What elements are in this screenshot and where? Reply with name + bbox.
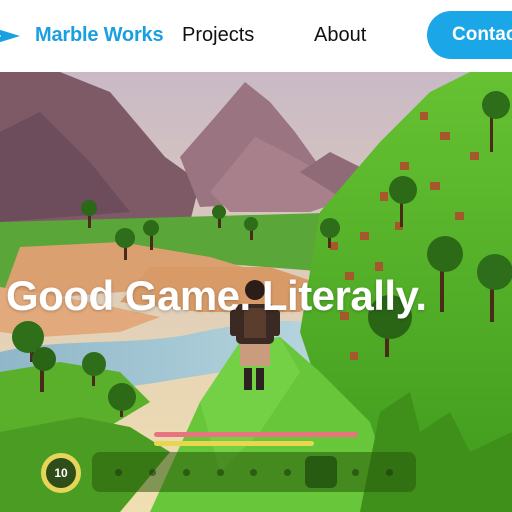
nav-about-link[interactable]: About [314,24,366,47]
hotbar [92,452,416,492]
slot-dot-icon [115,468,123,476]
hotbar-slot[interactable] [272,456,304,488]
slot-dot-icon [385,468,393,476]
hotbar-slot[interactable] [170,456,202,488]
hotbar-slot[interactable] [339,456,371,488]
site-header: Marble Works Projects About Contac [0,0,512,72]
slot-dot-icon [149,468,157,476]
hotbar-slot[interactable] [305,456,338,488]
slot-dot-icon [216,468,224,476]
hotbar-slot[interactable] [204,456,236,488]
hotbar-slot[interactable] [373,456,405,488]
slot-dot-icon [351,468,359,476]
logo-icon[interactable] [0,26,20,46]
hotbar-slot[interactable] [238,456,270,488]
slot-dot-icon [284,468,292,476]
hero-headline: Good Game. Literally. [6,272,427,319]
contact-button[interactable]: Contac [427,11,512,59]
hotbar-slot[interactable] [137,456,169,488]
stamina-bar [154,441,314,446]
slot-dot-icon [182,468,190,476]
slot-dot-icon [250,468,258,476]
level-indicator: 10 [41,453,81,493]
nav-projects-link[interactable]: Projects [182,24,254,47]
hero-section: Good Game. Literally. 10 [0,72,512,512]
level-value: 10 [54,466,68,480]
health-bar [154,432,358,437]
brand-name[interactable]: Marble Works [35,24,164,47]
hotbar-slot[interactable] [103,456,135,488]
